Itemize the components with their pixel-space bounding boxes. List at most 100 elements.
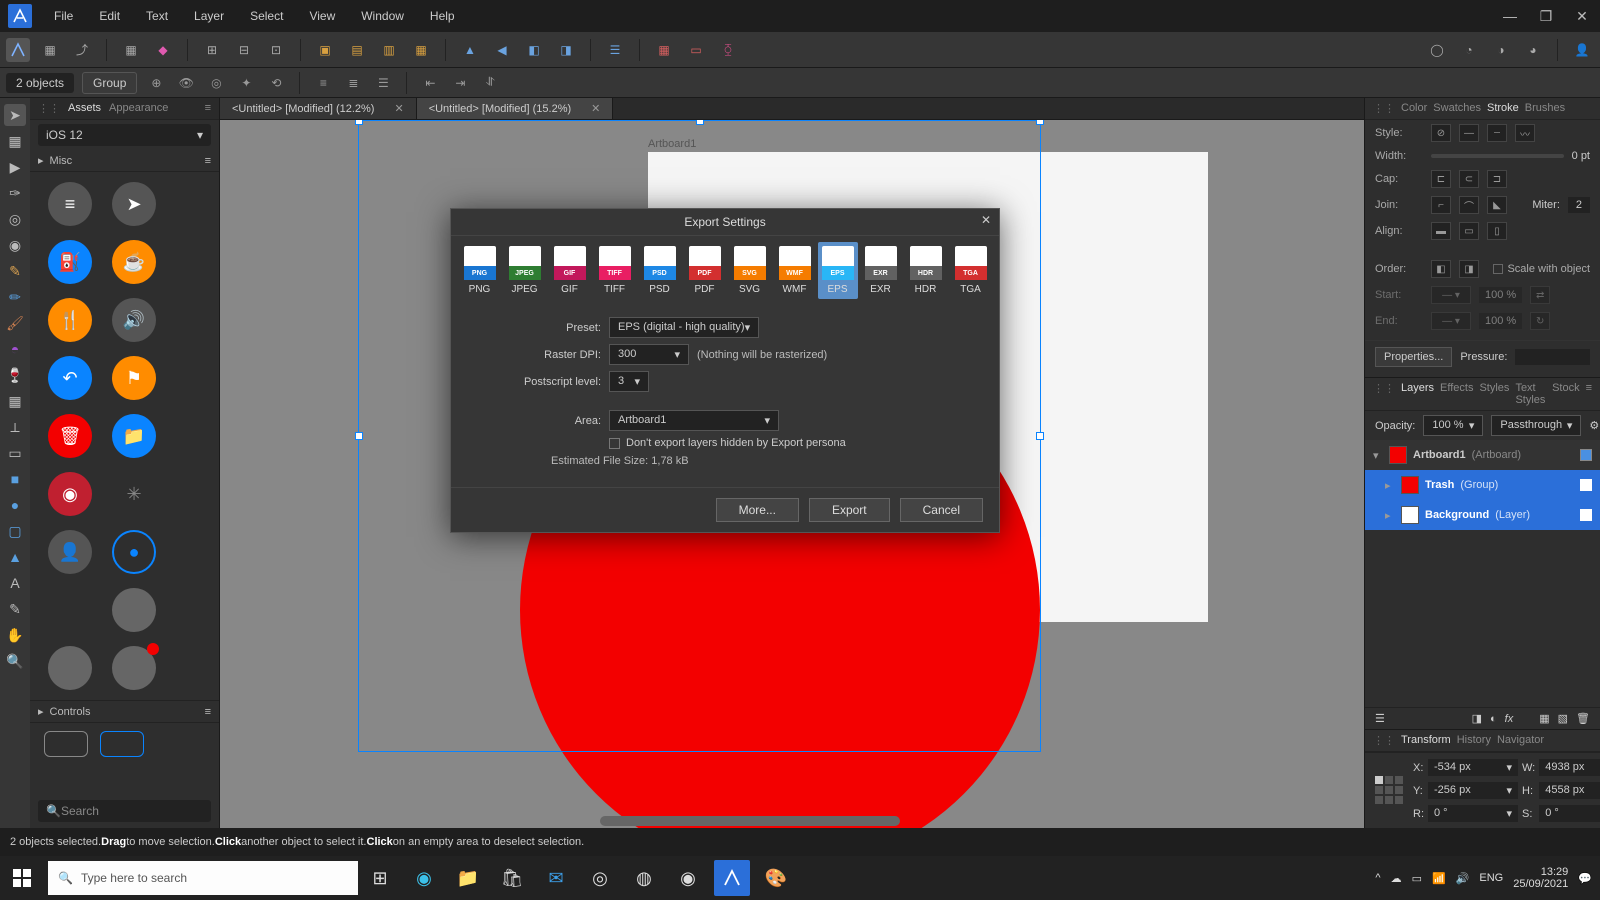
more-button[interactable]: More... xyxy=(716,498,799,522)
tray-date[interactable]: 25/09/2021 xyxy=(1513,878,1568,890)
distribute-v-icon[interactable]: ⥯ xyxy=(479,72,501,94)
asset-user-icon[interactable]: 👤 xyxy=(48,530,92,574)
menu-window[interactable]: Window xyxy=(355,5,410,27)
properties-button[interactable]: Properties... xyxy=(1375,347,1452,367)
asset-iphone-x-icon[interactable] xyxy=(48,646,92,690)
cap-round-icon[interactable]: ⊂ xyxy=(1459,170,1479,188)
brush-tool-icon[interactable]: ✏ xyxy=(4,286,26,308)
asset-undo-icon[interactable]: ↶ xyxy=(48,356,92,400)
close-button[interactable]: ✕ xyxy=(1564,8,1600,25)
menu-select[interactable]: Select xyxy=(244,5,289,27)
tf-h[interactable]: 4558 px▾ xyxy=(1539,782,1600,799)
layer-artboard[interactable]: ▾ Artboard1 (Artboard) xyxy=(1365,440,1600,470)
convert-curves-icon[interactable]: ✦ xyxy=(235,72,257,94)
adjustment-icon[interactable]: ◐ xyxy=(1490,713,1497,725)
menu-file[interactable]: File xyxy=(48,5,79,27)
panel-menu-icon[interactable]: ≡ xyxy=(205,102,211,115)
rotate-ccw-icon[interactable]: ◧ xyxy=(522,38,546,62)
start-swap-icon[interactable]: ⇄ xyxy=(1530,286,1550,304)
add-op-icon[interactable]: ◯ xyxy=(1425,38,1449,62)
tf-s[interactable]: 0 °▾ xyxy=(1539,805,1600,822)
tray-wifi-icon[interactable]: 📶 xyxy=(1432,872,1446,885)
doc-tab-1-close-icon[interactable]: ✕ xyxy=(591,102,600,115)
distribute-c-icon[interactable]: ⇥ xyxy=(449,72,471,94)
anchor-grid[interactable] xyxy=(1375,776,1403,806)
doc-tab-0[interactable]: <Untitled> [Modified] (12.2%)✕ xyxy=(220,98,417,119)
format-pdf[interactable]: PDFPDF xyxy=(685,246,725,295)
end-loop-icon[interactable]: ↻ xyxy=(1530,312,1550,330)
tf-r[interactable]: 0 °▾ xyxy=(1428,805,1518,822)
expand-icon[interactable]: ▸ xyxy=(1385,509,1395,522)
group-button[interactable]: Group xyxy=(82,72,137,94)
crop-tool-icon[interactable]: ⟂ xyxy=(4,416,26,438)
delete-layer-icon[interactable]: 🗑 xyxy=(1576,712,1590,725)
start-button[interactable] xyxy=(0,856,44,900)
eyedropper-tool-icon[interactable]: ✎ xyxy=(4,598,26,620)
asset-fingerprint-icon[interactable]: ◉ xyxy=(48,472,92,516)
xor-op-icon[interactable]: ◕ xyxy=(1521,38,1545,62)
opacity-value[interactable]: 100 %▾ xyxy=(1423,415,1483,436)
cap-square-icon[interactable]: ⊐ xyxy=(1487,170,1507,188)
hide-selection-icon[interactable]: ◎ xyxy=(205,72,227,94)
align-center-stroke-icon[interactable]: ▬ xyxy=(1431,222,1451,240)
point-transform-icon[interactable]: ◎ xyxy=(4,208,26,230)
tab-appearance[interactable]: Appearance xyxy=(109,102,168,115)
start-pct[interactable]: 100 % xyxy=(1479,287,1522,303)
join-miter-icon[interactable]: ⌐ xyxy=(1431,196,1451,214)
tray-lang-icon[interactable]: ENG xyxy=(1479,872,1503,884)
fill-tool-icon[interactable]: ◓ xyxy=(4,338,26,360)
format-eps[interactable]: EPSEPS xyxy=(818,242,858,299)
style-solid-icon[interactable]: — xyxy=(1459,124,1479,142)
format-jpeg[interactable]: JPEGJPEG xyxy=(505,246,545,295)
tray-chevron-icon[interactable]: ^ xyxy=(1375,872,1380,884)
pen-tool-icon[interactable]: ✑ xyxy=(4,182,26,204)
rotate-cw-icon[interactable]: ◨ xyxy=(554,38,578,62)
tf-w[interactable]: 4938 px▾ xyxy=(1539,759,1600,776)
browser2-icon[interactable]: ◎ xyxy=(578,856,622,900)
style-none-icon[interactable]: ⊘ xyxy=(1431,124,1451,142)
order-front-icon[interactable]: ◨ xyxy=(1459,260,1479,278)
canvas-scroll-h[interactable] xyxy=(600,816,900,826)
format-png[interactable]: PNGPNG xyxy=(460,246,500,295)
cap-butt-icon[interactable]: ⊏ xyxy=(1431,170,1451,188)
show-selection-icon[interactable]: 👁 xyxy=(175,72,197,94)
area-select[interactable]: Artboard1▾ xyxy=(609,410,779,431)
asset-fuelstation-icon[interactable]: ⛽ xyxy=(48,240,92,284)
asset-archive-icon[interactable]: 📁 xyxy=(112,414,156,458)
text-tool-icon[interactable]: A xyxy=(4,572,26,594)
magnet-icon[interactable]: ⧲ xyxy=(716,38,740,62)
asset-radio-icon[interactable]: ● xyxy=(112,530,156,574)
miter-value[interactable]: 2 xyxy=(1568,197,1590,213)
format-tiff[interactable]: TIFFTIFF xyxy=(595,246,635,295)
tray-onedrive-icon[interactable]: ☁ xyxy=(1391,872,1402,885)
asset-trash-icon[interactable]: 🗑 xyxy=(48,414,92,458)
rectangle-tool-icon[interactable]: ■ xyxy=(4,468,26,490)
align-center-icon[interactable]: ≣ xyxy=(342,72,364,94)
layer-visible-checkbox[interactable] xyxy=(1580,479,1592,491)
arrange-backward-icon[interactable]: ▥ xyxy=(377,38,401,62)
maximize-button[interactable]: ❐ xyxy=(1528,8,1564,25)
align-outside-stroke-icon[interactable]: ▯ xyxy=(1487,222,1507,240)
doc-tab-0-close-icon[interactable]: ✕ xyxy=(394,102,403,115)
ps-select[interactable]: 3▾ xyxy=(609,371,649,392)
move-tool-icon[interactable]: ➤ xyxy=(4,104,26,126)
hsl-icon[interactable]: ◆ xyxy=(151,38,175,62)
pan-tool-icon[interactable]: ✋ xyxy=(4,624,26,646)
format-svg[interactable]: SVGSVG xyxy=(730,246,770,295)
layer-visible-checkbox[interactable] xyxy=(1580,509,1592,521)
node-tool-icon[interactable]: ▶ xyxy=(4,156,26,178)
affinity-taskbar-icon[interactable] xyxy=(714,860,750,896)
app-logo[interactable] xyxy=(8,4,32,28)
asset-location-icon[interactable]: ➤ xyxy=(112,182,156,226)
asset-section-controls[interactable]: ▸Controls ≡ xyxy=(30,701,219,723)
align-inside-stroke-icon[interactable]: ▭ xyxy=(1459,222,1479,240)
asset-spinner-icon[interactable]: ✳ xyxy=(112,472,156,516)
end-pct[interactable]: 100 % xyxy=(1479,313,1522,329)
asset-flag-icon[interactable]: ⚑ xyxy=(112,356,156,400)
persona-designer-icon[interactable] xyxy=(6,38,30,62)
arrange-forward-icon[interactable]: ▤ xyxy=(345,38,369,62)
tray-notifications-icon[interactable]: 💬 xyxy=(1578,872,1592,885)
ctrl-button-asset[interactable] xyxy=(44,731,88,757)
blend-mode-select[interactable]: Passthrough▾ xyxy=(1491,415,1581,436)
subtract-op-icon[interactable]: ◔ xyxy=(1457,38,1481,62)
